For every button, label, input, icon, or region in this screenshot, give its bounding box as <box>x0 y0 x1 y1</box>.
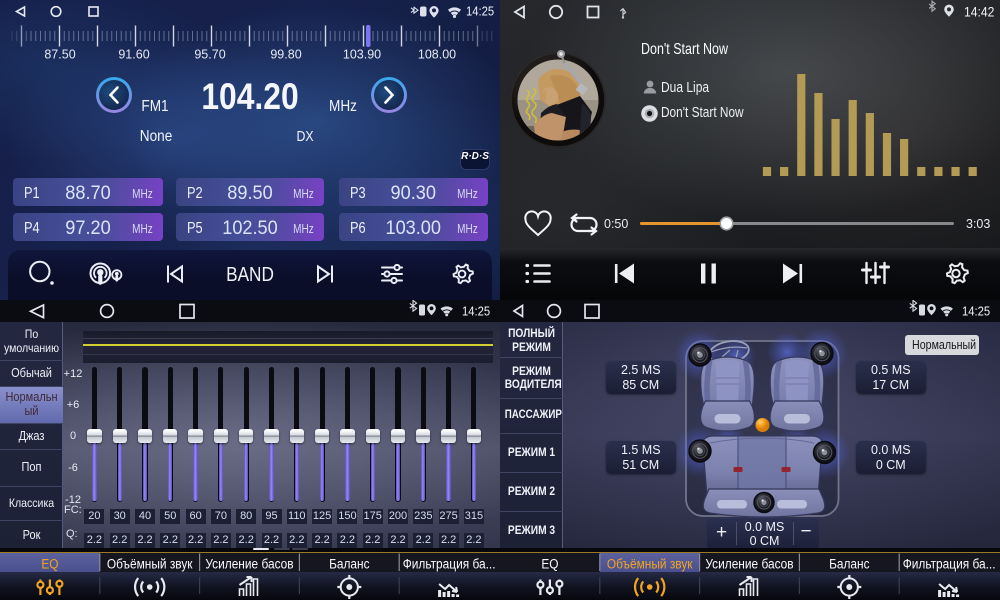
svg-text:EQ: EQ <box>541 555 558 571</box>
svg-text:14:25: 14:25 <box>466 4 494 19</box>
svg-text:87.50: 87.50 <box>44 48 75 62</box>
svg-text:Баланс: Баланс <box>329 555 370 571</box>
svg-text:Фильтрация ба...: Фильтрация ба... <box>903 555 996 571</box>
svg-text:14:25: 14:25 <box>462 304 490 319</box>
svg-text:Усиление басов: Усиление басов <box>205 555 293 571</box>
svg-text:Объёмный звук: Объёмный звук <box>107 555 193 571</box>
svg-text:EQ: EQ <box>41 555 58 571</box>
svg-text:Фильтрация ба...: Фильтрация ба... <box>403 555 496 571</box>
svg-text:Баланс: Баланс <box>829 555 870 571</box>
svg-text:91.60: 91.60 <box>118 48 149 62</box>
svg-text:Объёмный звук: Объёмный звук <box>607 555 693 571</box>
svg-text:103.90: 103.90 <box>343 48 381 62</box>
svg-text:95.70: 95.70 <box>194 48 225 62</box>
svg-text:108.00: 108.00 <box>418 48 456 62</box>
svg-text:Усиление басов: Усиление басов <box>705 555 793 571</box>
svg-text:99.80: 99.80 <box>270 48 301 62</box>
svg-text:BAND: BAND <box>226 263 274 286</box>
